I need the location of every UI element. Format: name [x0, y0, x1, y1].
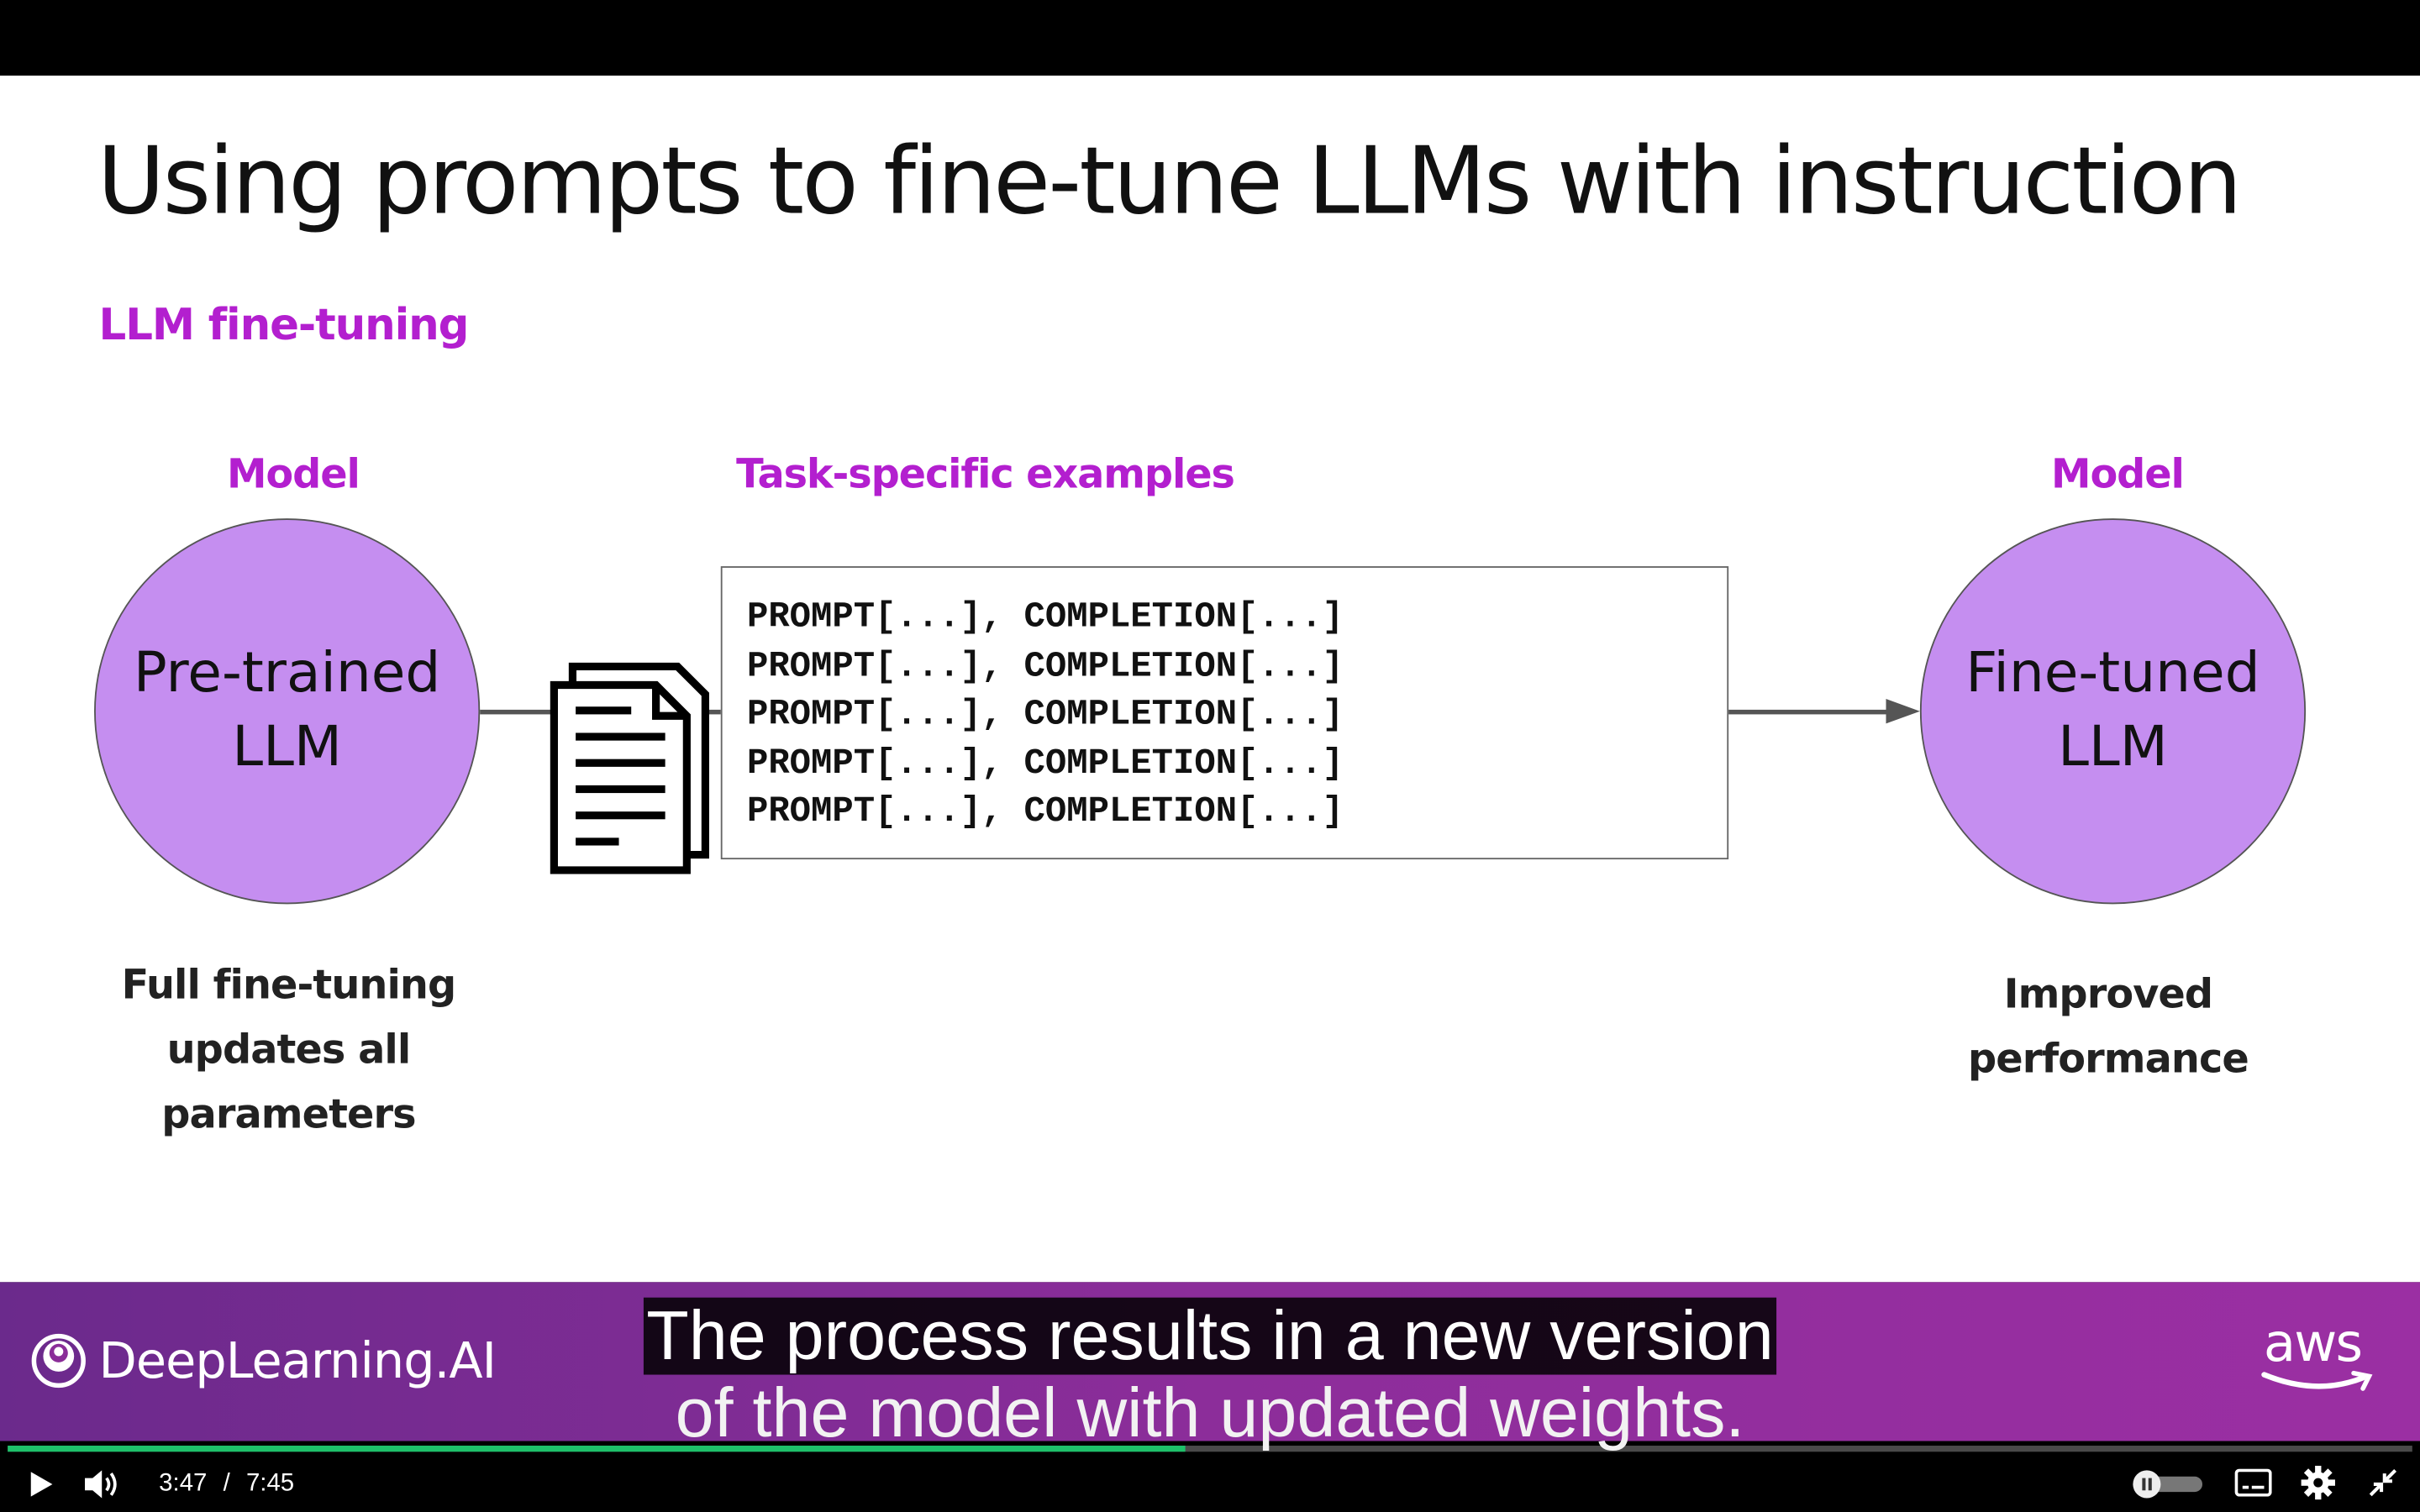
- time-separator: /: [223, 1470, 230, 1497]
- pretrained-llm-circle: Pre-trained LLM: [94, 518, 481, 905]
- current-time: 3:47: [159, 1470, 208, 1497]
- left-caption: Full fine-tuning updates all parameters: [121, 963, 457, 1139]
- example-line: PROMPT[...], COMPLETION[...]: [746, 743, 1344, 784]
- subtitle-line-2: of the model with updated weights.: [675, 1373, 1745, 1452]
- slide-subtitle: LLM fine-tuning: [98, 299, 470, 350]
- left-model-label: Model: [227, 452, 360, 499]
- finetuned-llm-text: Fine-tuned LLM: [1965, 642, 2260, 780]
- settings-gear-icon[interactable]: [2301, 1465, 2335, 1500]
- document-icon: [550, 662, 709, 874]
- captions-icon[interactable]: [2234, 1468, 2272, 1497]
- example-line: PROMPT[...], COMPLETION[...]: [746, 694, 1344, 735]
- autoplay-toggle-icon[interactable]: [2132, 1469, 2206, 1500]
- time-display: 3:47 / 7:45: [159, 1470, 294, 1498]
- example-line: PROMPT[...], COMPLETION[...]: [746, 596, 1344, 638]
- examples-box: PROMPT[...], COMPLETION[...] PROMPT[...]…: [720, 566, 1729, 860]
- arrowhead-icon: [1886, 699, 1920, 724]
- finetuned-llm-circle: Fine-tuned LLM: [1919, 518, 2307, 905]
- subtitle-overlay: The process results in a new version of …: [0, 1297, 2420, 1452]
- examples-label: Task-specific examples: [736, 452, 1235, 499]
- subtitle-line-1: The process results in a new version: [643, 1297, 1777, 1375]
- example-line: PROMPT[...], COMPLETION[...]: [746, 645, 1344, 686]
- duration: 7:45: [245, 1470, 295, 1497]
- exit-fullscreen-icon[interactable]: [2368, 1467, 2399, 1499]
- player-controls: 3:47 / 7:45: [0, 1452, 2420, 1512]
- volume-icon[interactable]: [82, 1466, 122, 1503]
- right-arrow-line: [1728, 709, 1890, 715]
- pretrained-llm-text: Pre-trained LLM: [133, 642, 441, 780]
- left-connector-line: [480, 709, 555, 715]
- slide-title: Using prompts to fine-tune LLMs with ins…: [97, 128, 2243, 237]
- right-caption: Improved performance: [1968, 972, 2249, 1084]
- right-model-label: Model: [2051, 452, 2185, 499]
- slide: Using prompts to fine-tune LLMs with ins…: [0, 76, 2420, 1283]
- play-icon[interactable]: [28, 1469, 55, 1500]
- example-line: PROMPT[...], COMPLETION[...]: [746, 791, 1344, 832]
